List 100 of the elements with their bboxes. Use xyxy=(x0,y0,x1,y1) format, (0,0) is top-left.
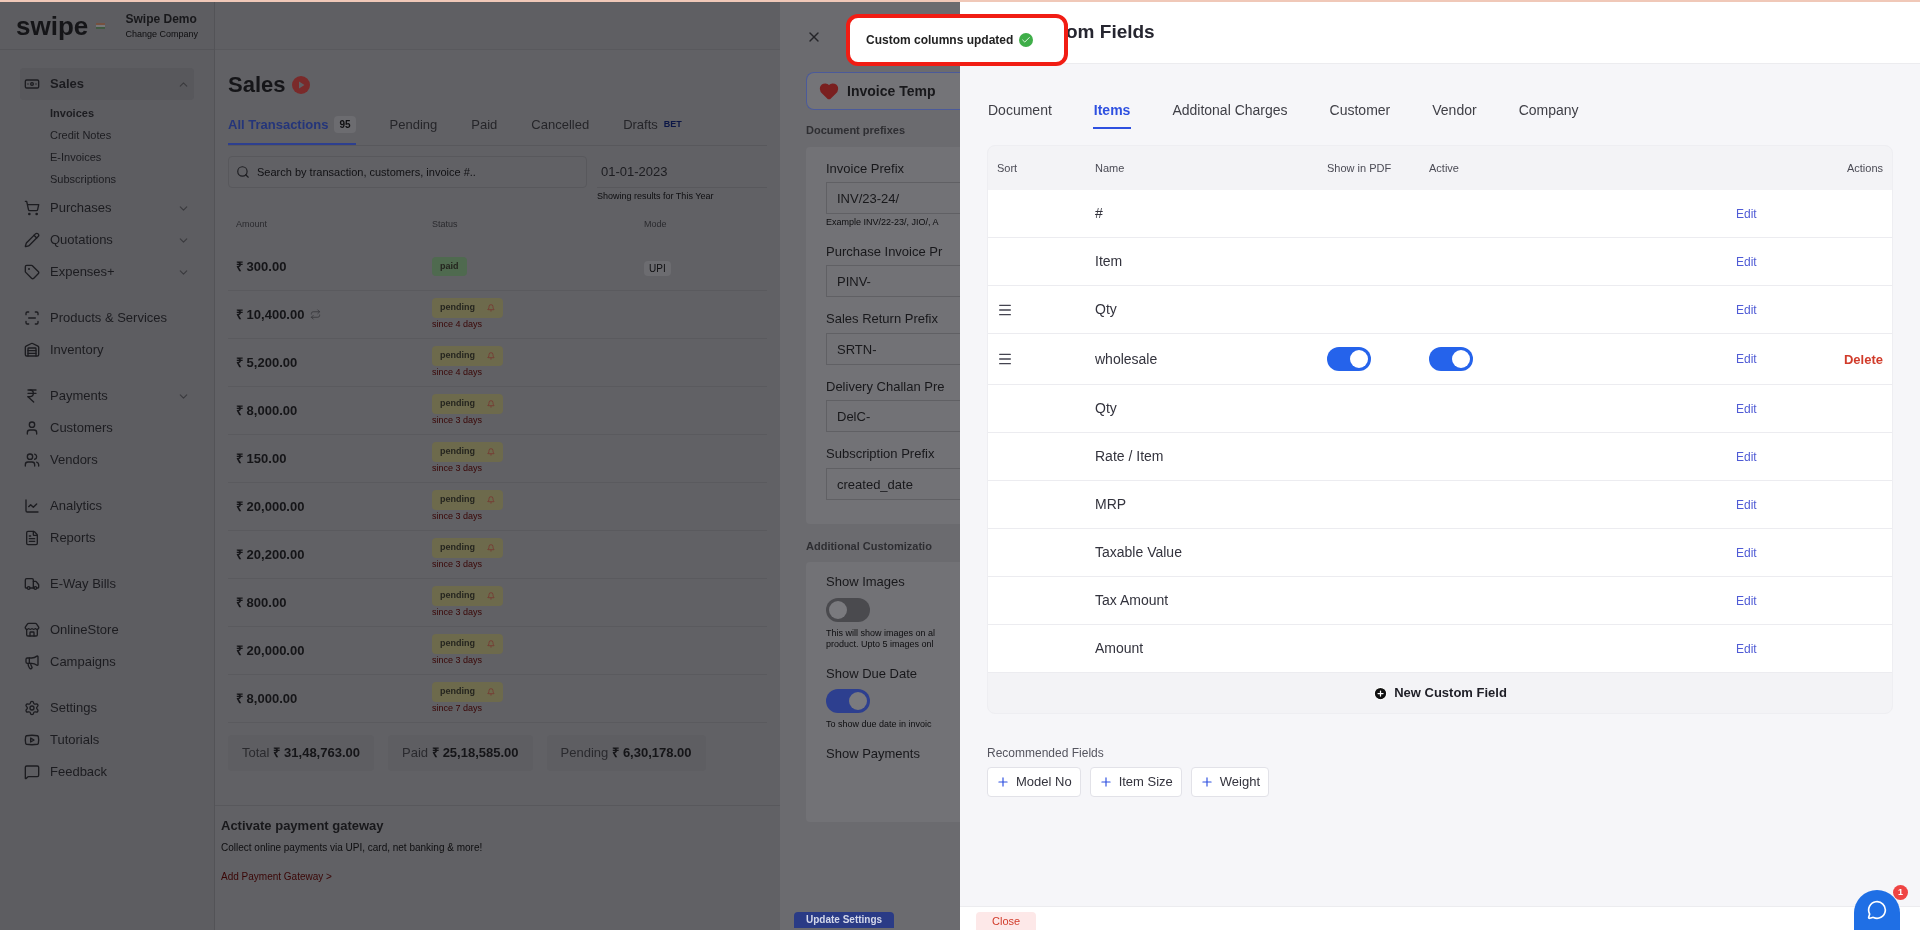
settings-icon xyxy=(24,700,40,716)
status-badge[interactable]: pending xyxy=(432,682,503,702)
delete-link[interactable]: Delete xyxy=(1843,350,1883,370)
sidebar-item[interactable]: Inventory xyxy=(20,334,194,366)
status-badge[interactable]: pending xyxy=(432,346,503,366)
company-name[interactable]: Swipe Demo xyxy=(125,9,198,28)
status-badge[interactable]: pending xyxy=(432,634,503,654)
sidebar-item[interactable]: Quotations xyxy=(20,224,194,256)
invoice-template-button[interactable]: Invoice Temp xyxy=(806,72,960,110)
field-name: Qty xyxy=(1095,300,1118,319)
change-company-link[interactable]: Change Company xyxy=(125,27,198,42)
submenu-item[interactable]: Subscriptions xyxy=(50,168,194,190)
edit-link[interactable]: Edit xyxy=(1736,300,1757,319)
submenu-item[interactable]: E-Invoices xyxy=(50,146,194,168)
sidebar-item[interactable]: Expenses+ xyxy=(20,256,194,288)
sidebar-item[interactable]: Feedback xyxy=(20,756,194,788)
sidebar-item[interactable]: OnlineStore xyxy=(20,614,194,646)
option-label: Show Due Date xyxy=(826,664,919,683)
overdue-text: since 3 days xyxy=(432,557,483,571)
field-label: Purchase Invoice Pr xyxy=(826,242,944,261)
tab[interactable]: Vendor xyxy=(1431,100,1478,129)
option-hint: To show due date in invoic xyxy=(826,719,933,730)
tab[interactable]: Company xyxy=(1517,100,1580,129)
sidebar-item[interactable]: Reports xyxy=(20,522,194,554)
logo[interactable]: swipe xyxy=(16,12,89,39)
bell-icon xyxy=(487,495,495,504)
edit-link[interactable]: Edit xyxy=(1736,252,1757,271)
toggle-switch[interactable] xyxy=(1327,347,1371,371)
status-badge[interactable]: pending xyxy=(432,442,503,462)
sidebar-item[interactable]: Campaigns xyxy=(20,646,194,678)
tab[interactable]: Additonal Charges xyxy=(1171,100,1289,129)
tab[interactable]: Customer xyxy=(1328,100,1392,129)
amount-cell-text: ₹ 800.00 xyxy=(236,593,287,612)
input-field[interactable]: PINV- xyxy=(826,265,960,297)
sidebar-item[interactable]: Purchases xyxy=(20,192,194,224)
input-field[interactable]: SRTN- xyxy=(826,332,960,365)
tab[interactable]: Cancelled xyxy=(531,115,590,145)
date-field[interactable]: 01-01-2023 xyxy=(597,155,767,188)
search-field[interactable]: Search by transaction, customers, invoice #.. xyxy=(228,155,587,188)
gateway-link[interactable]: Add Payment Gateway > xyxy=(221,868,774,884)
bell-icon xyxy=(487,687,495,696)
status-badge[interactable]: pending xyxy=(432,394,503,414)
input-field[interactable]: INV/23-24/ xyxy=(826,182,960,214)
update-settings-button[interactable]: Update Settings xyxy=(794,912,895,928)
amount-cell-text: ₹ 8,000.00 xyxy=(236,689,298,708)
input-field[interactable]: created_date xyxy=(826,467,960,500)
submenu-item[interactable]: Invoices xyxy=(50,102,194,124)
sidebar-item[interactable]: Payments xyxy=(20,380,194,412)
date-hint: Showing results for This Year xyxy=(597,189,715,203)
status-badge[interactable]: pending xyxy=(432,298,503,318)
status-badge[interactable]: pending xyxy=(432,490,503,510)
chat-button[interactable] xyxy=(1854,890,1900,930)
recommended-field-chip[interactable]: Item Size xyxy=(1089,767,1182,797)
chat-icon xyxy=(1867,900,1887,920)
status-badge[interactable]: pending xyxy=(432,586,503,606)
sidebar-item[interactable]: Analytics xyxy=(20,490,194,522)
submenu-item[interactable]: Credit Notes xyxy=(50,124,194,146)
new-custom-field-button[interactable]: New Custom Field xyxy=(988,673,1892,713)
edit-link[interactable]: Edit xyxy=(1736,639,1757,658)
tag-icon xyxy=(24,264,40,280)
tab[interactable]: All Transactions 95 xyxy=(228,115,356,145)
edit-link[interactable]: Edit xyxy=(1736,204,1757,223)
sidebar-item[interactable]: Customers xyxy=(20,412,194,444)
sidebar-item[interactable]: E-Way Bills xyxy=(20,568,194,600)
input-field[interactable]: DelC- xyxy=(826,400,960,432)
users-icon xyxy=(24,452,40,468)
sidebar-item[interactable]: Tutorials xyxy=(20,724,194,756)
status-badge[interactable]: pending xyxy=(432,538,503,558)
overdue-text: since 3 days xyxy=(432,653,483,667)
sidebar-item[interactable]: Vendors xyxy=(20,444,194,476)
recommended-field-chip[interactable]: Weight xyxy=(1190,767,1270,797)
tab[interactable]: Document xyxy=(987,100,1053,129)
recommended-field-chip[interactable]: Model No xyxy=(987,767,1081,797)
close-button[interactable]: Close xyxy=(976,912,1037,930)
edit-link[interactable]: Edit xyxy=(1736,543,1757,562)
edit-link[interactable]: Edit xyxy=(1736,399,1757,418)
edit-link[interactable]: Edit xyxy=(1736,350,1757,368)
overdue-text: since 3 days xyxy=(432,461,483,475)
sidebar-item[interactable]: Sales xyxy=(20,68,194,100)
tab[interactable]: Drafts BET xyxy=(623,115,682,145)
edit-link[interactable]: Edit xyxy=(1736,591,1757,610)
sidebar-item[interactable]: Products & Services xyxy=(20,302,194,334)
toggle-switch[interactable] xyxy=(826,597,870,622)
sidebar-item[interactable]: Settings xyxy=(20,692,194,724)
status-badge[interactable]: paid xyxy=(432,256,467,277)
edit-link[interactable]: Edit xyxy=(1736,447,1757,466)
pencil-icon xyxy=(24,232,40,248)
amount-cell-text: ₹ 10,400.00 xyxy=(236,305,305,324)
field-label: Sales Return Prefix xyxy=(826,310,939,328)
tab[interactable]: Paid xyxy=(471,115,498,145)
chart-icon xyxy=(24,498,40,514)
toggle-switch[interactable] xyxy=(1429,347,1473,371)
overdue-text: since 4 days xyxy=(432,365,483,379)
drag-handle-icon[interactable] xyxy=(997,351,1013,367)
tab[interactable]: Items xyxy=(1092,100,1132,129)
document-icon xyxy=(24,530,40,546)
tab[interactable]: Pending xyxy=(389,115,438,145)
toggle-switch[interactable] xyxy=(826,689,870,713)
count-badge: 95 xyxy=(334,116,356,134)
edit-link[interactable]: Edit xyxy=(1736,495,1757,514)
